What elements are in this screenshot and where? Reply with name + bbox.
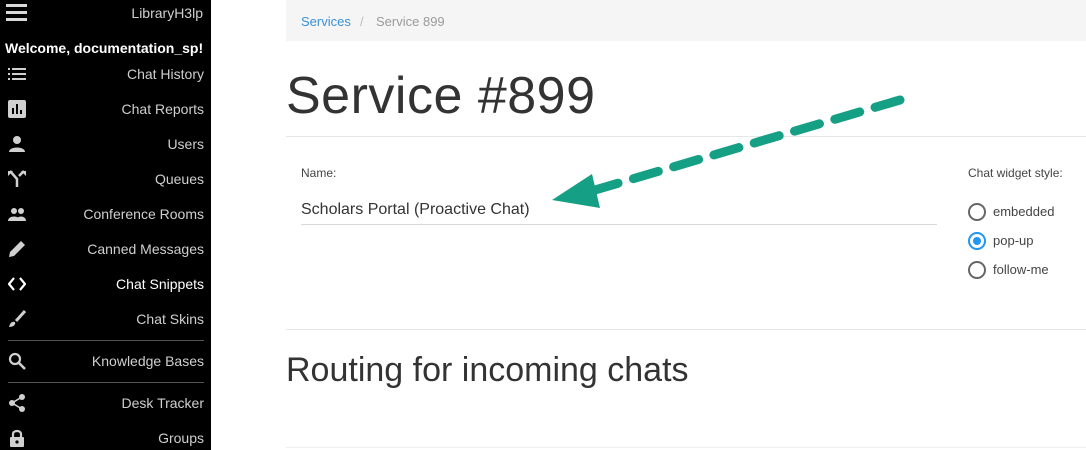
share-icon (8, 394, 26, 412)
sidebar-item-conference-rooms[interactable]: Conference Rooms (0, 198, 211, 230)
sidebar-item-label: Conference Rooms (83, 206, 204, 222)
sidebar-item-chat-history[interactable]: Chat History (0, 58, 211, 90)
lock-icon (8, 429, 26, 447)
pencil-icon (8, 240, 26, 258)
group-icon (8, 205, 26, 223)
brand-name: LibraryH3lp (131, 5, 203, 21)
breadcrumb-link-services[interactable]: Services (301, 14, 351, 29)
radio-button[interactable] (968, 203, 986, 221)
radio-button[interactable] (968, 232, 986, 250)
sidebar-item-desk-tracker[interactable]: Desk Tracker (0, 387, 211, 419)
sidebar-item-canned-messages[interactable]: Canned Messages (0, 233, 211, 265)
name-label: Name: (301, 166, 337, 180)
sidebar-item-label: Chat History (126, 66, 204, 82)
sidebar-item-label: Desk Tracker (121, 395, 204, 411)
sidebar-item-chat-reports[interactable]: Chat Reports (0, 93, 211, 125)
bar-chart-icon (8, 100, 26, 118)
sidebar: LibraryH3lp Welcome, documentation_sp! C… (0, 0, 211, 450)
brush-icon (8, 310, 26, 328)
sidebar-item-knowledge-bases[interactable]: Knowledge Bases (0, 345, 211, 377)
welcome-message: Welcome, documentation_sp! (5, 40, 204, 56)
user-icon (8, 135, 26, 153)
chat-widget-style-label: Chat widget style: (968, 166, 1063, 180)
sidebar-item-label: Chat Skins (136, 311, 204, 327)
sidebar-divider (8, 340, 204, 341)
sidebar-item-label: Queues (154, 171, 204, 187)
radio-label: pop-up (993, 233, 1034, 248)
divider (286, 447, 1086, 448)
divider (286, 329, 1086, 330)
sidebar-item-groups[interactable]: Groups (0, 422, 211, 450)
sidebar-item-users[interactable]: Users (0, 128, 211, 160)
list-icon (8, 65, 26, 83)
menu-icon[interactable] (6, 4, 28, 22)
breadcrumb-separator: / (360, 14, 364, 29)
radio-label: embedded (993, 204, 1055, 219)
sidebar-item-label: Chat Snippets (116, 276, 204, 292)
routing-section-title: Routing for incoming chats (286, 351, 689, 389)
code-icon (8, 275, 26, 293)
search-icon (8, 352, 26, 370)
sidebar-item-label: Users (167, 136, 204, 152)
sidebar-divider (8, 382, 204, 383)
sidebar-item-queues[interactable]: Queues (0, 163, 211, 195)
fork-icon (8, 170, 26, 188)
sidebar-header: LibraryH3lp (0, 0, 211, 26)
radio-button[interactable] (968, 261, 986, 279)
sidebar-item-label: Knowledge Bases (91, 353, 204, 369)
radio-label: follow-me (993, 262, 1049, 277)
sidebar-item-chat-skins[interactable]: Chat Skins (0, 303, 211, 335)
sidebar-item-label: Chat Reports (121, 101, 204, 117)
annotation-arrow (552, 95, 905, 208)
breadcrumb: Services / Service 899 (286, 0, 1086, 41)
sidebar-item-label: Groups (158, 430, 204, 446)
sidebar-item-chat-snippets[interactable]: Chat Snippets (0, 268, 211, 300)
sidebar-item-label: Canned Messages (87, 241, 204, 257)
breadcrumb-current: Service 899 (376, 14, 445, 29)
